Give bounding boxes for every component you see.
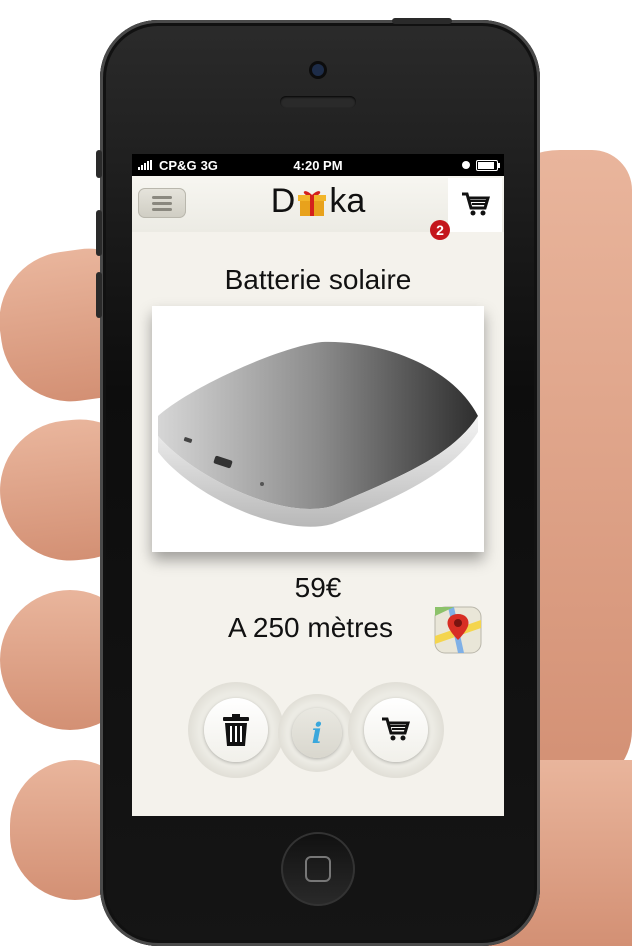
product-distance: A 250 mètres <box>228 612 393 643</box>
carrier-label: CP&G <box>159 157 197 173</box>
map-pin-icon[interactable] <box>434 606 482 654</box>
app-screen: CP&G 3G 4:20 PM D ka 2 Batterie solaire … <box>132 154 504 816</box>
front-camera <box>312 64 324 76</box>
power-bank-image <box>158 341 478 527</box>
delete-button[interactable] <box>204 698 268 762</box>
gift-icon <box>297 186 327 218</box>
product-image[interactable] <box>152 306 484 552</box>
app-title-prefix: D <box>270 182 296 220</box>
info-button[interactable]: i <box>292 708 342 758</box>
volume-down-button <box>96 272 102 318</box>
volume-up-button <box>96 210 102 256</box>
info-icon: i <box>311 716 323 750</box>
status-bar: CP&G 3G 4:20 PM <box>132 154 504 176</box>
home-button[interactable] <box>281 832 355 906</box>
add-to-cart-button[interactable] <box>364 698 428 762</box>
earpiece-speaker <box>280 96 356 108</box>
product-title: Batterie solaire <box>224 264 412 295</box>
cart-button[interactable] <box>448 178 502 232</box>
cart-count-badge: 2 <box>430 220 450 240</box>
power-button <box>392 18 452 24</box>
rotation-lock-icon <box>462 161 470 169</box>
trash-icon <box>223 714 249 746</box>
network-label: 3G <box>200 157 218 173</box>
app-title-suffix: ka <box>329 182 366 220</box>
product-price: 59€ <box>294 572 342 603</box>
cart-icon <box>462 192 491 216</box>
signal-icon <box>138 160 152 170</box>
cart-icon <box>382 717 411 741</box>
battery-icon <box>476 159 500 171</box>
mute-switch <box>96 150 102 178</box>
